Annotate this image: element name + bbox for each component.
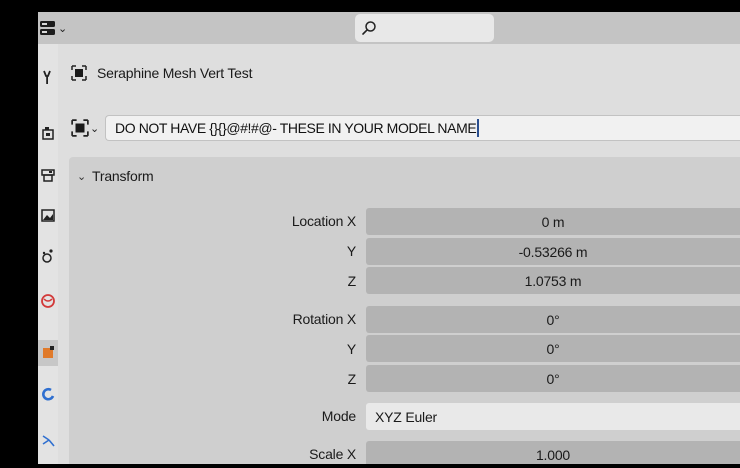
location-x-label: Location X [291, 213, 356, 229]
rotation-mode-label: Mode [321, 408, 356, 424]
rotation-z-label: Z [347, 371, 357, 387]
chevron-down-icon: ⌄ [77, 170, 87, 183]
object-icon [71, 65, 87, 81]
object-name-value: DO NOT HAVE {}{}@#!#@- THESE IN YOUR MOD… [115, 120, 477, 136]
modifiers-tab[interactable] [38, 382, 58, 408]
object-icon [43, 346, 54, 358]
scale-x-field[interactable]: 1.000 [366, 441, 740, 464]
object-name-input[interactable]: DO NOT HAVE {}{}@#!#@- THESE IN YOUR MOD… [105, 115, 740, 141]
editor-header: ⌄ [38, 12, 740, 44]
world-tab[interactable] [38, 288, 58, 314]
chevron-down-icon: ⌄ [90, 122, 100, 135]
printer-icon [41, 169, 55, 182]
render-tab[interactable] [38, 120, 58, 146]
rotation-x-label: Rotation X [292, 311, 357, 327]
properties-tab-strip [38, 44, 58, 464]
particles-tab[interactable] [38, 427, 58, 453]
rotation-y-field[interactable]: 0° [366, 335, 740, 362]
location-x-field[interactable]: 0 m [366, 208, 740, 235]
location-z-label: Z [347, 273, 357, 289]
image-icon [41, 209, 55, 222]
rotation-y-label: Y [346, 341, 356, 357]
rotation-z-field[interactable]: 0° [366, 365, 740, 392]
wrench-icon [43, 70, 51, 84]
search-field[interactable] [355, 14, 494, 42]
context-breadcrumb: Seraphine Mesh Vert Test [71, 62, 252, 84]
properties-content: Seraphine Mesh Vert Test ⌄ DO NOT HAVE {… [58, 44, 740, 464]
camera-back-icon [42, 127, 54, 140]
text-caret [477, 119, 480, 137]
chevron-down-icon: ⌄ [58, 22, 68, 35]
scene-tab[interactable] [38, 243, 58, 269]
properties-editor-icon [40, 21, 55, 35]
tool-tab[interactable] [38, 64, 58, 90]
object-data-dropdown[interactable]: ⌄ [71, 115, 105, 141]
world-icon [41, 294, 55, 308]
view-layer-tab[interactable] [38, 202, 58, 228]
properties-editor: ⌄ Seraphine Mesh Vert Test ⌄ DO NOT HAVE… [38, 12, 740, 464]
output-tab[interactable] [38, 162, 58, 188]
object-icon [71, 119, 89, 137]
transform-title: Transform [92, 168, 154, 184]
object-name-row: ⌄ DO NOT HAVE {}{}@#!#@- THESE IN YOUR M… [71, 114, 740, 142]
location-y-label: Y [346, 243, 356, 259]
location-z-field[interactable]: 1.0753 m [366, 267, 740, 294]
rotation-x-field[interactable]: 0° [366, 306, 740, 333]
magnifier-icon [362, 21, 376, 35]
scene-icon [42, 249, 53, 263]
wrench-blue-icon [42, 387, 55, 401]
scale-x-label: Scale X [309, 446, 356, 462]
rotation-mode-dropdown[interactable]: XYZ Euler [366, 403, 740, 430]
location-y-field[interactable]: -0.53266 m [366, 238, 740, 265]
particles-icon [42, 435, 55, 447]
context-object-name: Seraphine Mesh Vert Test [97, 65, 253, 81]
transform-panel: ⌄ Transform Location X 0 m Y -0.53266 m … [69, 157, 740, 464]
transform-panel-header[interactable]: ⌄ Transform [77, 166, 154, 186]
object-tab[interactable] [38, 340, 58, 366]
editor-type-dropdown[interactable]: ⌄ [40, 18, 74, 38]
